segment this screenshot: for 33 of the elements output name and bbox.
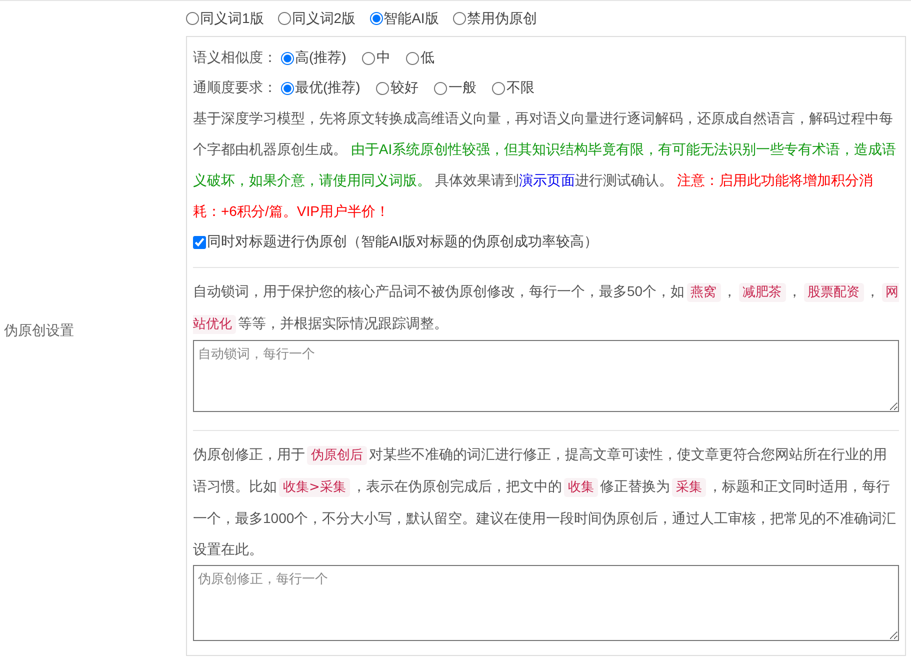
setting-option[interactable]: 中 [362,49,390,67]
radio-button[interactable] [406,52,420,64]
radio-button[interactable] [370,12,383,25]
mode-option[interactable]: 禁用伪原创 [452,10,537,28]
input-field[interactable]: 伪原创修正，每行一个 [193,565,899,641]
radio-button[interactable] [186,12,199,25]
title-option[interactable]: 同时对标题进行伪原创（智能AI版对标题的伪原创成功率较高） [193,233,598,251]
setting-option[interactable]: 一般 [434,79,476,97]
mode-option[interactable]: 同义词1版 [186,10,264,28]
setting-option[interactable]: 较好 [376,79,418,97]
setting-label: 通顺度要求： [193,79,277,97]
setting-option[interactable]: 不限 [492,79,534,97]
setting-option[interactable]: 最优(推荐) [281,79,360,97]
radio-button[interactable] [278,12,291,25]
mode-option[interactable]: 智能AI版 [370,10,439,28]
radio-button[interactable] [492,82,506,94]
description-text: 伪原创修正，用于 伪原创后 对某些不准确的词汇进行修正，提高文章可读性，使文章更符合您网站所在行业的用语习惯。比如 收集>采集 ，表示在伪原创完成后，把文中的 收集 修正替换为 采集 ，标题和正文同时适用，每行一个，最多1000个，不分大小写，默认留空。建议在使用一段时间伪原创后，通过人工审核，把常见的不准确词汇设置在此。 [193,445,898,559]
checkbox[interactable] [193,236,206,248]
description-text: 自动锁词，用于保护您的核心产品词不被伪原创修改，每行一个，最多50个，如 燕窝 ， 减肥茶 ， 股票配资 ， 网站优化 等等，并根据实际情况跟踪调整。 [193,282,899,336]
radio-button[interactable] [362,52,376,64]
mode-option[interactable]: 同义词2版 [278,10,356,28]
demo-page-link[interactable]: 演示页面 [518,172,575,188]
section-label: 伪原创设置 [4,322,74,340]
setting-option[interactable]: 高(推荐) [281,49,346,67]
setting-label: 语义相似度： [193,49,277,67]
radio-button[interactable] [376,82,390,94]
input-field[interactable]: 自动锁词，每行一个 [193,340,899,412]
description-text: 基于深度学习模型，先将原文转换成高维语义向量，再对语义向量进行逐词解码，还原成自然语言，解码过程中每个字都由机器原创生成。 由于AI系统原创性较强，但其知识结构毕竟有限，有可能无法识别一些专有术语，造成语义破坏，如果介意，请使用同义词版。 具体效果请到演示页面进行测试确认。 注意：启用此功能将增加积分消耗：+6积分/篇。VIP用户半价！ [193,109,898,221]
radio-button[interactable] [434,82,448,94]
radio-button[interactable] [452,12,466,25]
radio-button[interactable] [281,82,294,94]
setting-option[interactable]: 低 [406,49,434,67]
radio-button[interactable] [281,52,294,64]
